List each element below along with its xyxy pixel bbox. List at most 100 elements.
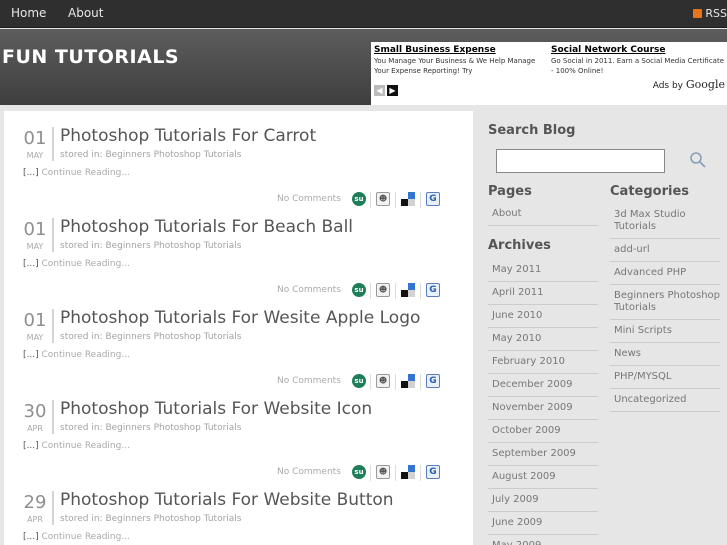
category-link[interactable]: Beginners Photoshop Tutorials xyxy=(610,285,720,320)
post-title[interactable]: Photoshop Tutorials For Beach Ball xyxy=(60,217,353,237)
post-excerpt: [...] Continue Reading... xyxy=(23,350,130,360)
archive-link[interactable]: October 2009 xyxy=(488,420,598,443)
archives-list: May 2011 April 2011 June 2010 May 2010 F… xyxy=(488,259,598,545)
continue-reading-link[interactable]: Continue Reading... xyxy=(41,259,129,269)
date-divider xyxy=(52,127,54,161)
pages-heading: Pages xyxy=(488,184,532,199)
archive-link[interactable]: July 2009 xyxy=(488,489,598,512)
stored-label: stored in: xyxy=(60,514,103,524)
excerpt-ellipsis: [...] xyxy=(23,259,39,269)
archive-link[interactable]: June 2010 xyxy=(488,305,598,328)
continue-reading-link[interactable]: Continue Reading... xyxy=(41,441,129,451)
archive-link[interactable]: August 2009 xyxy=(488,466,598,489)
top-navigation: Home About RSS xyxy=(0,0,727,28)
excerpt-ellipsis: [...] xyxy=(23,350,39,360)
post-month: APR xyxy=(27,424,43,433)
nav-home-link[interactable]: Home xyxy=(11,6,46,20)
categories-heading: Categories xyxy=(610,184,690,199)
continue-reading-link[interactable]: Continue Reading... xyxy=(41,532,129,542)
date-divider xyxy=(52,218,54,252)
archive-link[interactable]: May 2010 xyxy=(488,328,598,351)
archive-link[interactable]: June 2009 xyxy=(488,512,598,535)
category-link[interactable]: Uncategorized xyxy=(610,389,720,412)
stored-label: stored in: xyxy=(60,332,103,342)
search-icon[interactable] xyxy=(689,151,707,169)
search-heading: Search Blog xyxy=(488,123,576,138)
page-link[interactable]: About xyxy=(488,203,598,226)
rss-link[interactable]: RSS xyxy=(693,7,727,20)
post-item: 01 MAY Photoshop Tutorials For Carrot st… xyxy=(4,111,473,208)
nav-about-link[interactable]: About xyxy=(68,6,103,20)
post-category-link[interactable]: Beginners Photoshop Tutorials xyxy=(105,150,241,160)
rss-label: RSS xyxy=(705,7,727,20)
post-excerpt: [...] Continue Reading... xyxy=(23,532,130,542)
ad-description: Go Social in 2011. Earn a Social Media C… xyxy=(551,57,725,75)
sidebar: Search Blog Pages About Archives May 201… xyxy=(485,111,727,545)
post-month: MAY xyxy=(26,333,44,342)
archive-link[interactable]: April 2011 xyxy=(488,282,598,305)
post-category-line: stored in: Beginners Photoshop Tutorials xyxy=(60,514,242,524)
ad-arrows: ◀ ▶ xyxy=(374,78,400,97)
ads-by-google[interactable]: Ads by Google xyxy=(653,78,725,91)
post-excerpt: [...] Continue Reading... xyxy=(23,168,130,178)
post-excerpt: [...] Continue Reading... xyxy=(23,259,130,269)
archive-link[interactable]: December 2009 xyxy=(488,374,598,397)
ad-description: You Manage Your Business & We Help Manag… xyxy=(374,57,536,75)
post-category-line: stored in: Beginners Photoshop Tutorials xyxy=(60,332,242,342)
archive-link[interactable]: February 2010 xyxy=(488,351,598,374)
archive-link[interactable]: September 2009 xyxy=(488,443,598,466)
ad-title[interactable]: Small Business Expense xyxy=(374,44,550,56)
post-list: 01 MAY Photoshop Tutorials For Carrot st… xyxy=(4,111,473,545)
google-logo: Google xyxy=(685,78,725,91)
post-title[interactable]: Photoshop Tutorials For Wesite Apple Log… xyxy=(60,308,420,328)
chevron-right-icon[interactable]: ▶ xyxy=(387,85,398,96)
post-category-link[interactable]: Beginners Photoshop Tutorials xyxy=(105,332,241,342)
ads-by-label: Ads by xyxy=(652,81,684,91)
post-day: 01 xyxy=(23,128,47,149)
date-divider xyxy=(52,400,54,434)
archives-heading: Archives xyxy=(488,238,551,253)
archive-link[interactable]: May 2011 xyxy=(488,259,598,282)
site-header: FUN TUTORIALS Small Business Expense You… xyxy=(0,29,727,105)
stored-label: stored in: xyxy=(60,241,103,251)
ad-title[interactable]: Social Network Course xyxy=(551,44,727,56)
post-title[interactable]: Photoshop Tutorials For Website Button xyxy=(60,490,394,510)
continue-reading-link[interactable]: Continue Reading... xyxy=(41,350,129,360)
excerpt-ellipsis: [...] xyxy=(23,441,39,451)
post-category-link[interactable]: Beginners Photoshop Tutorials xyxy=(105,423,241,433)
post-item: 01 MAY Photoshop Tutorials For Wesite Ap… xyxy=(4,293,473,390)
continue-reading-link[interactable]: Continue Reading... xyxy=(41,168,129,178)
category-link[interactable]: Mini Scripts xyxy=(610,320,720,343)
archive-link[interactable]: May 2009 xyxy=(488,535,598,545)
post-title[interactable]: Photoshop Tutorials For Carrot xyxy=(60,126,316,146)
category-link[interactable]: PHP/MYSQL xyxy=(610,366,720,389)
ad-unit[interactable]: Social Network Course Go Social in 2011.… xyxy=(551,44,727,76)
date-divider xyxy=(52,309,54,343)
excerpt-ellipsis: [...] xyxy=(23,168,39,178)
post-month: MAY xyxy=(26,242,44,251)
excerpt-ellipsis: [...] xyxy=(23,532,39,542)
category-link[interactable]: 3d Max Studio Tutorials xyxy=(610,204,720,239)
post-category-link[interactable]: Beginners Photoshop Tutorials xyxy=(105,514,241,524)
post-category-line: stored in: Beginners Photoshop Tutorials xyxy=(60,150,242,160)
category-link[interactable]: add-url xyxy=(610,239,720,262)
post-day: 30 xyxy=(23,401,47,422)
ad-unit[interactable]: Small Business Expense You Manage Your B… xyxy=(374,44,550,76)
site-title[interactable]: FUN TUTORIALS xyxy=(2,46,179,68)
stored-label: stored in: xyxy=(60,423,103,433)
post-category-link[interactable]: Beginners Photoshop Tutorials xyxy=(105,241,241,251)
chevron-left-icon[interactable]: ◀ xyxy=(374,85,385,96)
category-link[interactable]: News xyxy=(610,343,720,366)
search-input[interactable] xyxy=(496,149,665,173)
post-item: 30 APR Photoshop Tutorials For Website I… xyxy=(4,384,473,481)
post-excerpt: [...] Continue Reading... xyxy=(23,441,130,451)
ad-banner: Small Business Expense You Manage Your B… xyxy=(371,42,727,105)
categories-list: 3d Max Studio Tutorials add-url Advanced… xyxy=(610,204,720,412)
post-category-line: stored in: Beginners Photoshop Tutorials xyxy=(60,241,242,251)
category-link[interactable]: Advanced PHP xyxy=(610,262,720,285)
post-month: MAY xyxy=(26,151,44,160)
post-title[interactable]: Photoshop Tutorials For Website Icon xyxy=(60,399,372,419)
archive-link[interactable]: November 2009 xyxy=(488,397,598,420)
post-month: APR xyxy=(27,515,43,524)
post-category-line: stored in: Beginners Photoshop Tutorials xyxy=(60,423,242,433)
